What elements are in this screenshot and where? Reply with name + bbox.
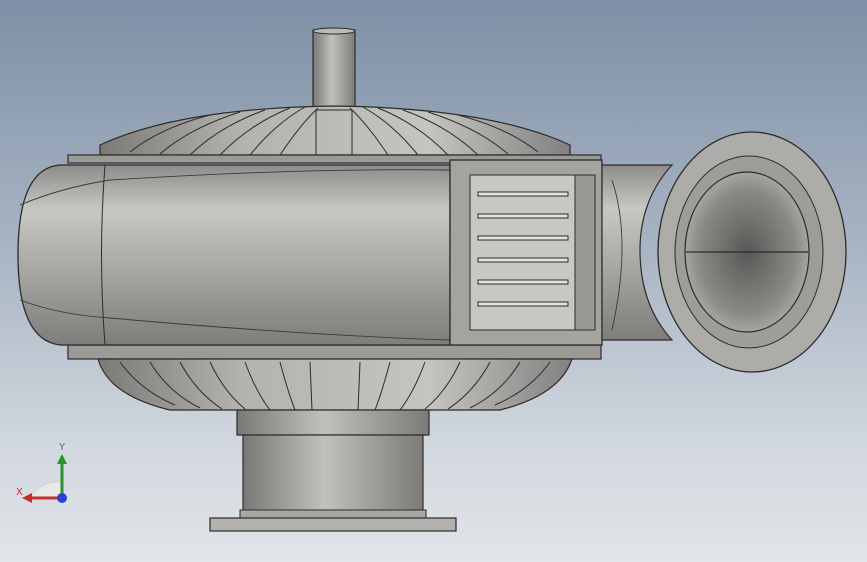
triad-x-label: X	[16, 487, 23, 498]
top-shaft	[312, 27, 356, 111]
outlet-frame	[449, 159, 603, 346]
outlet-flange	[657, 131, 847, 373]
triad-base-shape	[29, 481, 63, 499]
volute-scroll	[17, 164, 451, 346]
upper-finned-dome	[99, 105, 571, 156]
triad-y-label: Y	[59, 442, 66, 453]
lower-finned-dome	[97, 358, 573, 411]
graphics-area[interactable]: X Y	[0, 0, 867, 562]
fan-housing-model[interactable]	[0, 0, 867, 562]
triad-z-axis	[57, 493, 67, 503]
inlet-pipe	[209, 409, 457, 532]
